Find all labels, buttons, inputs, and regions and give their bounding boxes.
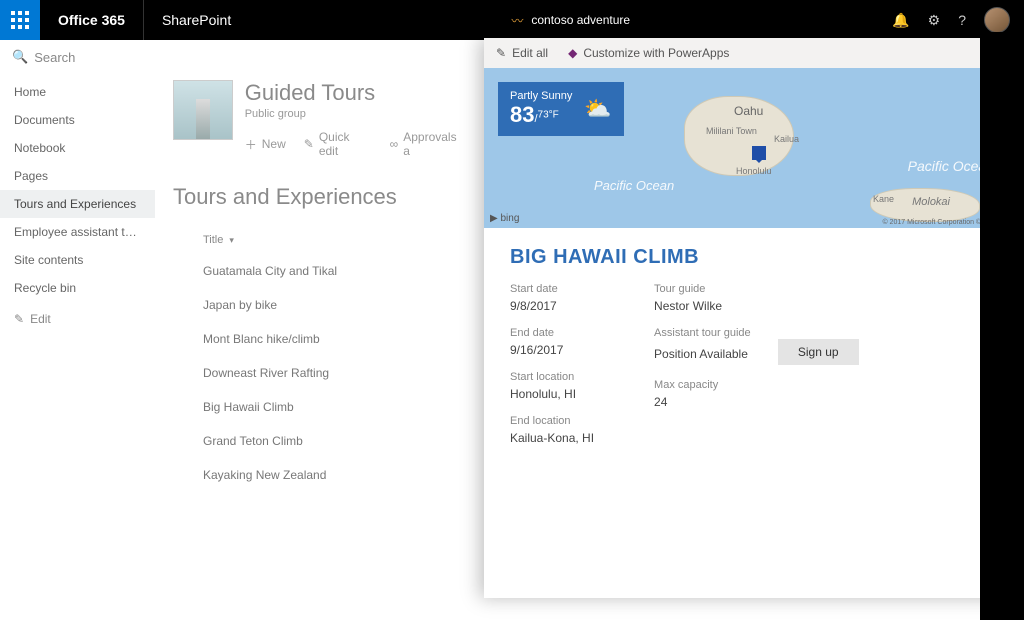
help-icon[interactable]: ? [958, 12, 966, 28]
sun-cloud-icon: ⛅ [584, 96, 611, 122]
map-widget[interactable]: Partly Sunny 83/73°F ⛅ Pacific Ocean Pac… [484, 68, 1024, 228]
nav-employee-assistant[interactable]: Employee assistant tour g… [0, 218, 155, 246]
powerapps-icon: ◆ [568, 46, 577, 60]
weather-lo: 73°F [538, 109, 559, 120]
map-pin-icon [752, 146, 766, 160]
left-nav: Home Documents Notebook Pages Tours and … [0, 74, 155, 620]
edit-all-button[interactable]: ✎Edit all [496, 46, 548, 60]
list-item[interactable]: Grand Teton Climb [173, 424, 466, 458]
pencil-icon: ✎ [304, 137, 314, 151]
list-item[interactable]: Big Hawaii Climb [173, 390, 466, 424]
customize-powerapps-button[interactable]: ◆Customize with PowerApps [568, 46, 729, 60]
map-label-molokai: Molokai [912, 196, 950, 208]
list-item[interactable]: Kayaking New Zealand [173, 458, 466, 492]
app-launcher-button[interactable] [0, 0, 40, 40]
field-assistant-guide: Assistant tour guide Position Available … [654, 327, 859, 365]
field-start-date: Start date9/8/2017 [510, 283, 594, 313]
lighthouse-icon [196, 99, 210, 139]
search-placeholder: Search [34, 50, 75, 65]
map-place: Mililani Town [706, 126, 757, 136]
tenant-branding: 〰 contoso adventure [249, 12, 892, 29]
panel-body: BIG HAWAII CLIMB Start date9/8/2017 End … [484, 228, 1024, 463]
list-item[interactable]: Downeast River Rafting [173, 356, 466, 390]
command-bar: ＋New ✎Quick edit ∞Approvals a [245, 130, 466, 158]
nav-documents[interactable]: Documents [0, 106, 155, 134]
pencil-icon: ✎ [496, 46, 506, 60]
panel-command-bar: ✎Edit all ◆Customize with PowerApps ✕ [484, 38, 1024, 68]
nav-site-contents[interactable]: Site contents [0, 246, 155, 274]
list-item[interactable]: Mont Blanc hike/climb [173, 322, 466, 356]
sign-up-button[interactable]: Sign up [778, 339, 859, 365]
field-max-capacity: Max capacity24 [654, 379, 859, 409]
pencil-icon: ✎ [14, 312, 24, 326]
nav-pages[interactable]: Pages [0, 162, 155, 190]
weather-card: Partly Sunny 83/73°F ⛅ [498, 82, 624, 136]
field-end-location: End locationKailua-Kona, HI [510, 415, 594, 445]
tenant-name: contoso adventure [531, 13, 630, 27]
notifications-icon[interactable]: 🔔 [892, 12, 909, 29]
chevron-down-icon: ▾ [229, 235, 234, 246]
main-content: Guided Tours Public group ＋New ✎Quick ed… [155, 74, 484, 620]
item-title: BIG HAWAII CLIMB [510, 246, 998, 269]
new-button[interactable]: ＋New [245, 136, 286, 153]
list-title: Tours and Experiences [173, 184, 466, 210]
nav-tours[interactable]: Tours and Experiences [0, 190, 155, 218]
map-place: Kane [873, 194, 894, 204]
brand-office365[interactable]: Office 365 [40, 0, 144, 40]
field-tour-guide: Tour guideNestor Wilke [654, 283, 859, 313]
map-provider: ▶ bing [490, 213, 519, 224]
map-label-oahu: Oahu [734, 104, 763, 118]
quick-edit-button[interactable]: ✎Quick edit [304, 130, 372, 158]
nav-home[interactable]: Home [0, 78, 155, 106]
field-end-date: End date9/16/2017 [510, 327, 594, 357]
list-item[interactable]: Japan by bike [173, 288, 466, 322]
brand-sharepoint[interactable]: SharePoint [144, 12, 249, 28]
column-header-title[interactable]: Title ▾ [203, 234, 466, 246]
nav-recycle-bin[interactable]: Recycle bin [0, 274, 155, 302]
map-place: Kailua [774, 134, 799, 144]
plus-icon: ＋ [245, 136, 257, 153]
nav-notebook[interactable]: Notebook [0, 134, 155, 162]
device-bezel [980, 32, 1024, 620]
list-rows: Guatamala City and Tikal Japan by bike M… [173, 254, 466, 492]
field-start-location: Start locationHonolulu, HI [510, 371, 594, 401]
header-actions: 🔔 ⚙ ? [892, 7, 1024, 33]
suite-header: Office 365 SharePoint 〰 contoso adventur… [0, 0, 1024, 40]
tenant-logo-icon: 〰 [511, 12, 523, 29]
weather-hi: 83 [510, 102, 534, 127]
settings-icon[interactable]: ⚙ [928, 12, 941, 29]
nav-edit[interactable]: ✎ Edit [0, 302, 155, 336]
user-avatar[interactable] [984, 7, 1010, 33]
search-icon: 🔍 [12, 49, 28, 65]
waffle-icon [11, 11, 29, 29]
site-title: Guided Tours [245, 80, 466, 106]
site-subtitle: Public group [245, 108, 466, 120]
approvals-button[interactable]: ∞Approvals a [390, 130, 466, 158]
list-item[interactable]: Guatamala City and Tikal [173, 254, 466, 288]
approval-icon: ∞ [390, 137, 399, 151]
map-label-ocean: Pacific Ocean [594, 178, 674, 193]
weather-condition: Partly Sunny [510, 90, 572, 102]
site-logo[interactable] [173, 80, 233, 140]
detail-panel: ✎Edit all ◆Customize with PowerApps ✕ Pa… [484, 38, 1024, 598]
